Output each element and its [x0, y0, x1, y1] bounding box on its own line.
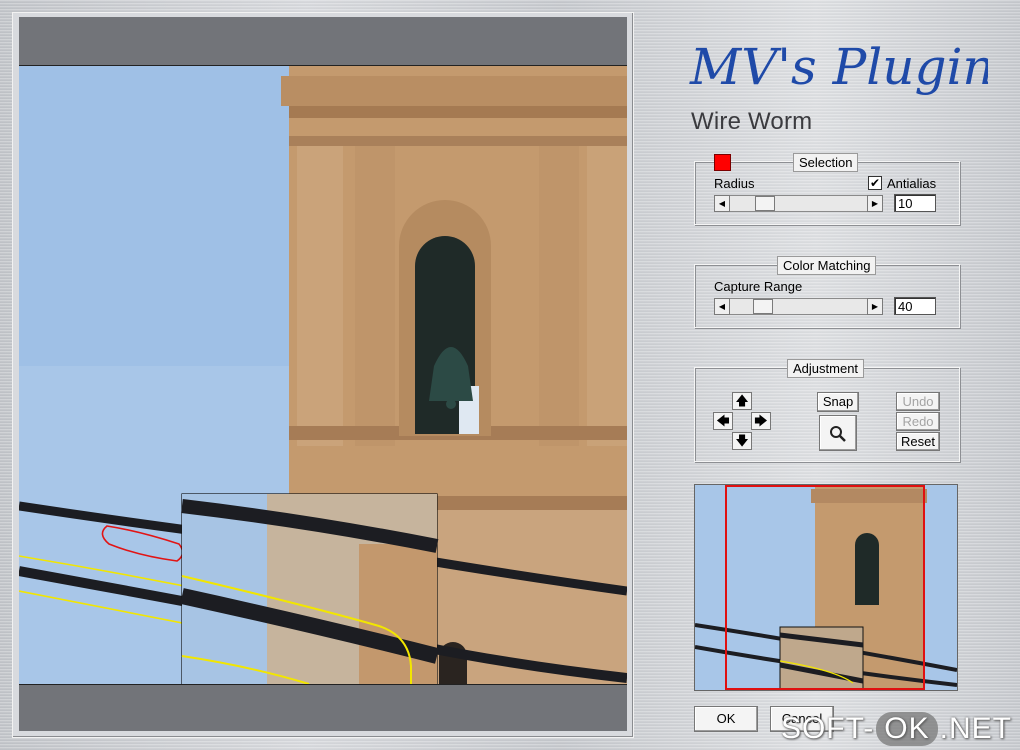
slider-left-icon[interactable]: ◀	[714, 298, 730, 315]
radius-slider-thumb[interactable]	[755, 196, 775, 211]
navigator-thumbnail[interactable]	[694, 484, 958, 691]
capture-range-slider[interactable]: ◀ ▶	[714, 298, 883, 315]
magnifier-icon	[830, 426, 846, 442]
radius-input[interactable]: 10	[894, 194, 936, 212]
svg-text:MV's Plugins: MV's Plugins	[689, 38, 988, 96]
slider-right-icon[interactable]: ▶	[867, 298, 883, 315]
radius-label: Radius	[714, 176, 755, 191]
watermark-pre: SOFT-	[780, 712, 875, 745]
color-matching-group-title: Color Matching	[777, 256, 877, 275]
undo-button[interactable]: Undo	[896, 392, 940, 411]
arrow-up-button[interactable]: 🡅	[732, 392, 752, 410]
capture-range-label: Capture Range	[714, 279, 803, 294]
adjustment-group-title: Adjustment	[787, 359, 865, 378]
slider-right-icon[interactable]: ▶	[867, 195, 883, 212]
antialias-label: Antialias	[887, 176, 937, 191]
watermark: SOFT- OK .NET	[781, 712, 1012, 746]
adjustment-group: Adjustment 🡅 🡄 🡆 🡇 Snap Undo Redo Reset	[694, 359, 960, 462]
ok-button[interactable]: OK	[694, 706, 758, 732]
preview-panel	[19, 17, 627, 731]
arrow-left-button[interactable]: 🡄	[713, 412, 733, 430]
slider-left-icon[interactable]: ◀	[714, 195, 730, 212]
mvs-plugins-logo: MV's Plugins	[689, 38, 988, 96]
arrow-down-button[interactable]: 🡇	[732, 432, 752, 450]
selection-group: Selection Radius ✔ Antialias ◀ ▶ 10	[694, 153, 960, 225]
watermark-ok: OK	[876, 712, 938, 746]
color-matching-group: Color Matching Capture Range ◀ ▶ 40	[694, 256, 960, 328]
selection-group-title: Selection	[793, 153, 859, 172]
preview-image[interactable]	[19, 65, 627, 685]
capture-range-input[interactable]: 40	[894, 297, 936, 315]
redo-button[interactable]: Redo	[896, 412, 940, 431]
plugin-title: Wire Worm	[691, 108, 813, 135]
selection-color-swatch[interactable]	[714, 154, 731, 171]
antialias-checkbox[interactable]: ✔	[868, 176, 882, 190]
arrow-right-button[interactable]: 🡆	[751, 412, 771, 430]
radius-slider[interactable]: ◀ ▶	[714, 195, 883, 212]
capture-range-slider-thumb[interactable]	[753, 299, 773, 314]
watermark-post: .NET	[939, 712, 1012, 745]
reset-button[interactable]: Reset	[896, 432, 940, 451]
snap-label: Snap	[817, 392, 859, 412]
snap-button[interactable]	[819, 415, 857, 451]
